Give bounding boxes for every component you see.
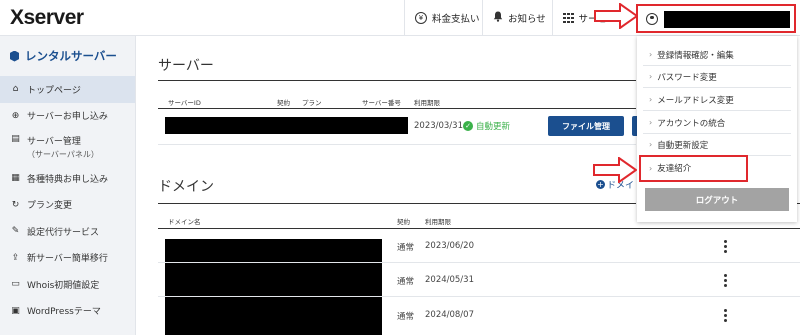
account-menu-button[interactable] [636,4,796,33]
sidebar-item-top-page[interactable]: ⌂ トップページ [0,76,135,103]
cube-icon [10,50,19,62]
red-arrow-icon [594,3,638,29]
sidebar-item-label: プラン変更 [27,201,73,212]
chevron-right-icon: › [649,140,653,149]
col-plan: プラン [302,99,322,107]
redacted-server-info [165,117,408,134]
menu-item-account-info[interactable]: › 登録情報確認・編集 [643,44,791,66]
domain-row-1-contract: 通常 [397,243,415,253]
menu-item-label: メールアドレス変更 [657,95,734,106]
xserver-logo[interactable]: Xserver [10,6,84,30]
notifications-label: お知らせ [508,14,546,25]
sidebar-item-server-manage[interactable]: ▤ サーバー管理 （サーバーパネル） [0,129,135,165]
server-header-divider [158,108,636,109]
plus-circle-icon: ⊕ [11,110,20,121]
sidebar-item-benefits[interactable]: ▦ 各種特典お申し込み [0,165,135,192]
col-domain-contract: 契約 [397,218,410,226]
domain-header-divider [158,228,800,229]
sidebar-title[interactable]: レンタルサーバー [0,36,135,76]
sidebar-item-whois[interactable]: ▭ Whois初期値設定 [0,271,135,298]
red-arrow-icon [593,157,637,183]
menu-item-label: パスワード変更 [657,72,717,83]
sidebar-item-label: 各種特典お申し込み [27,174,109,185]
document-icon: ▭ [11,279,20,290]
auto-renew-label: 自動更新 [476,122,511,132]
col-server-id: サーバーID [168,99,201,107]
server-section-title: サーバー [158,58,214,74]
home-icon: ⌂ [12,84,19,95]
domain-row-1-menu-icon[interactable] [724,240,728,253]
bell-icon [493,11,503,25]
chevron-right-icon: › [649,95,653,104]
sidebar-item-plan-change[interactable]: ↻ プラン変更 [0,192,135,219]
yen-icon: ¥ [415,12,427,24]
redacted-domain-names [165,239,382,335]
chevron-right-icon: › [649,50,653,59]
billing-link[interactable]: ¥ 料金支払い [404,0,482,36]
server-manage-sub-label: （サーバーパネル） [27,150,99,159]
domain-row-3-expiry: 2024/08/07 [425,310,474,320]
check-icon: ✓ [463,121,473,131]
sidebar-item-label: 新サーバー簡単移行 [27,254,108,265]
domain-section-title: ドメイン [158,179,214,195]
domain-title-divider [158,203,636,204]
menu-item-account-merge[interactable]: › アカウントの統合 [643,112,791,134]
menu-item-password-change[interactable]: › パスワード変更 [643,66,791,88]
sidebar-item-label: Whois初期値設定 [27,280,100,291]
col-expiry: 利用期限 [414,99,440,107]
domain-row-3-contract: 通常 [397,312,415,322]
sidebar: レンタルサーバー ⌂ トップページ ⊕ サーバーお申し込み ▤ サーバー管理 （… [0,36,136,335]
server-expiry: 2023/03/31 [414,121,463,131]
domain-row-2-expiry: 2024/05/31 [425,275,474,285]
menu-item-label: アカウントの統合 [657,118,726,129]
col-contract: 契約 [277,99,290,107]
sidebar-item-migration[interactable]: ⇪ 新サーバー簡単移行 [0,245,135,272]
menu-item-auto-renew[interactable]: › 自動更新設定 [643,134,791,156]
col-server-number: サーバー番号 [362,99,401,107]
refresh-icon: ↻ [11,199,20,210]
col-domain-expiry: 利用期限 [425,218,451,226]
file-manager-button[interactable]: ファイル管理 [548,116,624,136]
domain-row-3-menu-icon[interactable] [724,309,728,322]
server-title-divider [158,80,636,81]
auto-renew-status: ✓ 自動更新 [463,120,510,132]
chevron-right-icon: › [649,72,653,81]
menu-item-label: 自動更新設定 [657,140,709,151]
billing-label: 料金支払い [432,14,480,25]
domain-row-2-menu-icon[interactable] [724,274,728,287]
sidebar-item-label: WordPressテーマ [27,307,101,318]
menu-item-email-change[interactable]: › メールアドレス変更 [643,89,791,111]
wrench-icon: ✎ [11,226,20,237]
server-row-divider [158,144,636,145]
upload-icon: ⇪ [11,252,20,263]
sidebar-item-label: サーバーお申し込み [27,112,108,123]
chevron-right-icon: › [649,118,653,127]
sidebar-item-setup-service[interactable]: ✎ 設定代行サービス [0,218,135,245]
domain-row-2-contract: 通常 [397,277,415,287]
sidebar-title-label: レンタルサーバー [25,49,117,63]
friend-referral-highlight [639,155,748,182]
col-domain-name: ドメイン名 [168,218,201,226]
server-manage-label: サーバー管理 [27,137,81,147]
server-icon: ▤ [11,134,20,144]
menu-item-label: 登録情報確認・編集 [657,50,734,61]
sidebar-item-wordpress-theme[interactable]: ▣ WordPressテーマ [0,298,135,325]
gift-icon: ▦ [11,173,20,184]
logout-button[interactable]: ログアウト [645,188,789,211]
sidebar-item-label: 設定代行サービス [27,227,100,238]
wordpress-icon: ▣ [11,305,20,316]
domain-row-divider [158,296,800,297]
sidebar-item-server-apply[interactable]: ⊕ サーバーお申し込み [0,103,135,130]
domain-row-divider [158,262,800,263]
redacted-account-name [664,11,790,28]
notifications-link[interactable]: お知らせ [482,0,552,36]
domain-row-1-expiry: 2023/06/20 [425,241,474,251]
sidebar-item-label: サーバー管理 （サーバーパネル） [27,134,99,160]
sidebar-item-label: トップページ [27,85,81,96]
grid-icon [563,12,574,24]
user-icon [646,13,658,25]
